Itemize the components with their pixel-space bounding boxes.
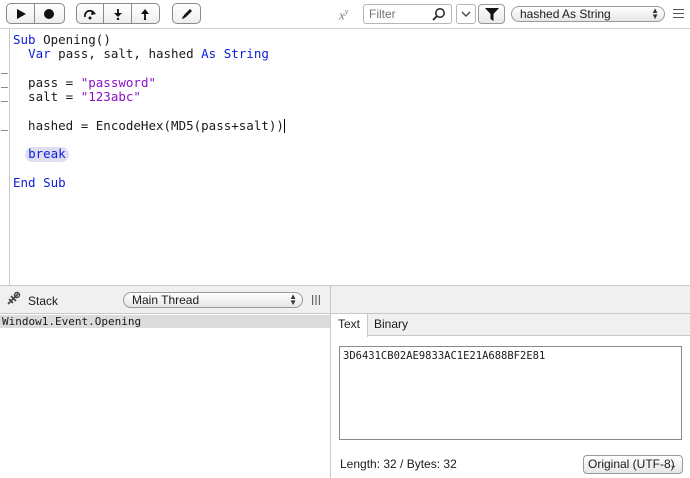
code-token: Var — [28, 46, 51, 62]
step-out-button[interactable] — [132, 4, 159, 23]
filter-field[interactable] — [363, 4, 452, 24]
chevron-down-icon — [461, 11, 471, 17]
pencil-icon — [181, 8, 192, 19]
tab-binary[interactable]: Binary — [367, 314, 415, 336]
play-icon — [16, 8, 26, 19]
run-controls — [6, 3, 65, 24]
code-line[interactable]: break — [13, 147, 285, 162]
step-controls — [76, 3, 160, 24]
updown-arrows-icon: ▲ ▼ — [651, 6, 659, 21]
variable-selector[interactable]: hashed As String ▲ ▼ — [511, 6, 665, 22]
editor-gutter[interactable] — [0, 29, 10, 285]
break-token: break — [25, 147, 69, 162]
step-over-icon — [84, 9, 97, 19]
code-token: "123abc" — [80, 89, 141, 105]
edit-code-button[interactable] — [173, 4, 200, 23]
step-over-button[interactable] — [77, 4, 105, 23]
hamburger-menu-icon[interactable] — [673, 9, 684, 18]
filter-input[interactable] — [369, 7, 429, 21]
gutter-line-marker — [1, 101, 8, 102]
stack-frame-label: Window1.Event.Opening — [2, 315, 142, 328]
resume-button[interactable] — [7, 4, 35, 23]
chevron-down-icon: ⌄ — [669, 460, 677, 470]
code-line[interactable]: hashed = EncodeHex(MD5(pass+salt)) — [13, 117, 285, 133]
stop-button[interactable] — [35, 4, 63, 23]
variables-header — [331, 285, 690, 314]
search-icon — [432, 8, 445, 21]
stop-icon — [44, 8, 54, 19]
variable-value-box[interactable]: 3D6431CB02AE9833AC1E21A688BF2E81 — [339, 346, 682, 440]
code-line[interactable]: End Sub — [13, 174, 285, 190]
code-line[interactable] — [13, 62, 285, 76]
gutter-line-marker — [1, 87, 8, 88]
tab-text[interactable]: Text — [331, 314, 369, 337]
stack-header: Stack Main Thread ▲ ▼ — [0, 285, 330, 314]
code-token: Opening() — [43, 32, 111, 47]
variable-selector-value: hashed As String — [520, 7, 611, 21]
code-line[interactable]: Var pass, salt, hashed As String — [13, 47, 285, 61]
gutter-line-marker — [1, 130, 8, 131]
funnel-icon — [484, 7, 499, 21]
encoding-selector-value: Original (UTF-8) — [588, 457, 675, 471]
code-line[interactable]: Sub Opening() — [13, 32, 285, 47]
length-bytes-label: Length: 32 / Bytes: 32 — [340, 457, 457, 471]
stack-frame-row[interactable]: Window1.Event.Opening — [0, 315, 330, 328]
code-editor[interactable]: Sub Opening() Var pass, salt, hashed As … — [0, 29, 690, 285]
step-out-icon — [141, 8, 150, 20]
code-token: pass = — [13, 74, 81, 90]
code-line[interactable] — [13, 133, 285, 147]
text-caret — [283, 118, 285, 133]
stack-icon — [7, 291, 21, 305]
code-token: salt = — [13, 89, 81, 105]
code-text[interactable]: Sub Opening() Var pass, salt, hashed As … — [13, 32, 285, 190]
thread-selector[interactable]: Main Thread ▲ ▼ — [123, 292, 303, 308]
code-token: End Sub — [13, 174, 66, 190]
step-into-icon — [113, 8, 122, 20]
code-token: hashed = EncodeHex(MD5(pass+salt)) — [13, 117, 284, 133]
edit-controls — [172, 3, 201, 24]
code-line[interactable]: pass = "password" — [13, 74, 285, 90]
code-line[interactable] — [13, 104, 285, 118]
xy-sup: y — [344, 7, 349, 16]
code-line[interactable] — [13, 162, 285, 176]
filter-dropdown-button[interactable] — [456, 4, 476, 24]
variable-value-text[interactable]: 3D6431CB02AE9833AC1E21A688BF2E81 — [343, 350, 545, 362]
code-token: Sub — [13, 32, 44, 47]
filter-toggle-button[interactable] — [478, 4, 505, 24]
gutter-line-marker — [1, 73, 8, 74]
step-into-button[interactable] — [104, 4, 132, 23]
code-line[interactable]: salt = "123abc" — [13, 90, 285, 104]
thread-selector-value: Main Thread — [132, 293, 200, 307]
code-token: "password" — [80, 74, 156, 90]
encoding-selector[interactable]: Original (UTF-8) ⌄ — [583, 455, 683, 474]
code-token: pass, salt, hashed — [50, 46, 202, 62]
columns-icon[interactable] — [312, 295, 320, 305]
stack-title: Stack — [28, 294, 59, 308]
xy-variables-icon: xy — [339, 7, 348, 23]
value-view-tabs: Text Binary — [331, 314, 690, 337]
updown-arrows-icon: ▲ ▼ — [289, 292, 297, 307]
code-token: As String — [201, 46, 269, 62]
